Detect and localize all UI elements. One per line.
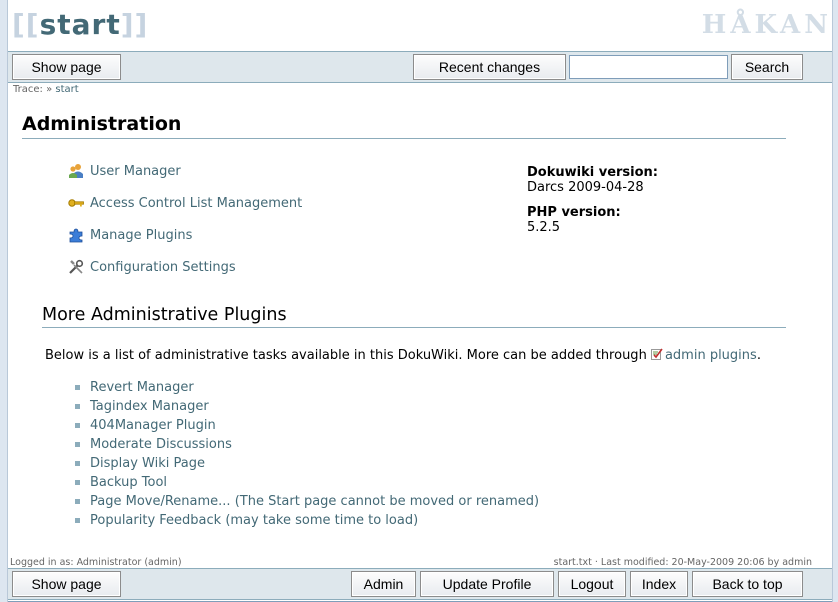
- bullet-icon: [75, 404, 80, 409]
- search-button[interactable]: Search: [731, 54, 803, 80]
- php-version-label: PHP version:: [527, 205, 621, 220]
- plugin-item-page-move[interactable]: Page Move/Rename... (The Start page cann…: [75, 492, 539, 511]
- admin-plugins-link-label[interactable]: admin plugins: [665, 348, 757, 363]
- admin-configuration-settings[interactable]: Configuration Settings: [68, 259, 236, 275]
- brand-open-brackets: [[: [12, 8, 40, 41]
- index-button[interactable]: Index: [630, 571, 688, 597]
- plugin-item-tagindex-manager[interactable]: Tagindex Manager: [75, 397, 539, 416]
- brand-close-brackets: ]]: [120, 8, 149, 41]
- search-input[interactable]: [569, 55, 728, 79]
- plugin-link[interactable]: Moderate Discussions: [90, 435, 232, 454]
- section-heading-more-plugins: More Administrative Plugins: [42, 305, 786, 328]
- admin-item-label[interactable]: Configuration Settings: [90, 260, 236, 275]
- logged-in-user: Logged in as: Administrator (admin): [10, 557, 182, 568]
- breadcrumb-link-start[interactable]: start: [55, 84, 78, 95]
- breadcrumb-separator: »: [46, 84, 53, 95]
- bullet-icon: [75, 423, 80, 428]
- plugin-list: Revert Manager Tagindex Manager 404Manag…: [75, 378, 539, 530]
- bullet-icon: [75, 385, 80, 390]
- page-title: Administration: [22, 113, 786, 139]
- update-profile-button[interactable]: Update Profile: [420, 571, 554, 597]
- window-border-right: [832, 0, 838, 602]
- bullet-icon: [75, 442, 80, 447]
- breadcrumb: Trace: » start: [13, 84, 79, 95]
- admin-item-label[interactable]: Access Control List Management: [90, 196, 302, 211]
- plugin-link[interactable]: Revert Manager: [90, 378, 194, 397]
- dokuwiki-version-label: Dokuwiki version:: [527, 165, 658, 180]
- admin-manage-plugins[interactable]: Manage Plugins: [68, 227, 192, 243]
- breadcrumb-label: Trace:: [13, 84, 43, 95]
- wiki-link-icon: [650, 348, 663, 360]
- plugin-link[interactable]: Page Move/Rename... (The Start page cann…: [90, 492, 539, 511]
- plugin-link[interactable]: Popularity Feedback (may take some time …: [90, 511, 418, 530]
- plugin-link[interactable]: 404Manager Plugin: [90, 416, 216, 435]
- page-id-title[interactable]: [[start]]: [12, 8, 148, 41]
- bullet-icon: [75, 461, 80, 466]
- main-content: Administration User Manager Access Contr…: [8, 98, 832, 554]
- admin-item-label[interactable]: User Manager: [90, 164, 181, 179]
- last-modified: start.txt · Last modified: 20-May-2009 2…: [553, 557, 812, 568]
- plugins-intro-text: Below is a list of administrative tasks …: [45, 348, 761, 363]
- plugin-item-popularity-feedback[interactable]: Popularity Feedback (may take some time …: [75, 511, 539, 530]
- admin-button[interactable]: Admin: [351, 571, 416, 597]
- plugin-link[interactable]: Backup Tool: [90, 473, 167, 492]
- intro-text: Below is a list of administrative tasks …: [45, 348, 647, 363]
- key-icon: [68, 195, 84, 211]
- recent-changes-button[interactable]: Recent changes: [413, 54, 566, 80]
- brand-page-name[interactable]: start: [40, 8, 121, 41]
- dokuwiki-version: Dokuwiki version: Darcs 2009-04-28: [527, 165, 658, 195]
- admin-item-label[interactable]: Manage Plugins: [90, 228, 192, 243]
- users-icon: [68, 163, 84, 179]
- puzzle-icon: [68, 227, 84, 243]
- php-version-value: 5.2.5: [527, 220, 561, 235]
- admin-user-manager[interactable]: User Manager: [68, 163, 181, 179]
- php-version: PHP version: 5.2.5: [527, 205, 621, 235]
- plugin-item-backup-tool[interactable]: Backup Tool: [75, 473, 539, 492]
- bullet-icon: [75, 480, 80, 485]
- window-border-left: [0, 0, 8, 602]
- intro-end: .: [756, 348, 761, 363]
- bullet-icon: [75, 518, 80, 523]
- back-to-top-button[interactable]: Back to top: [692, 571, 803, 597]
- top-toolbar: Show page Recent changes Search: [8, 51, 832, 83]
- plugin-item-revert-manager[interactable]: Revert Manager: [75, 378, 539, 397]
- logout-button[interactable]: Logout: [558, 571, 626, 597]
- plugin-item-moderate-discussions[interactable]: Moderate Discussions: [75, 435, 539, 454]
- bullet-icon: [75, 499, 80, 504]
- tools-icon: [68, 259, 84, 275]
- plugin-item-display-wiki-page[interactable]: Display Wiki Page: [75, 454, 539, 473]
- show-page-button[interactable]: Show page: [12, 54, 121, 80]
- admin-plugins-link[interactable]: admin plugins: [650, 348, 757, 363]
- show-page-button-bottom[interactable]: Show page: [12, 571, 121, 597]
- plugin-link[interactable]: Display Wiki Page: [90, 454, 205, 473]
- plugin-link[interactable]: Tagindex Manager: [90, 397, 209, 416]
- bottom-toolbar: Show page Admin Update Profile Logout In…: [8, 568, 832, 600]
- dokuwiki-version-value: Darcs 2009-04-28: [527, 180, 644, 195]
- page-header: [[start]] HÅKAN: [8, 0, 832, 50]
- site-logo[interactable]: HÅKAN: [702, 10, 832, 40]
- admin-acl-management[interactable]: Access Control List Management: [68, 195, 302, 211]
- plugin-item-404manager[interactable]: 404Manager Plugin: [75, 416, 539, 435]
